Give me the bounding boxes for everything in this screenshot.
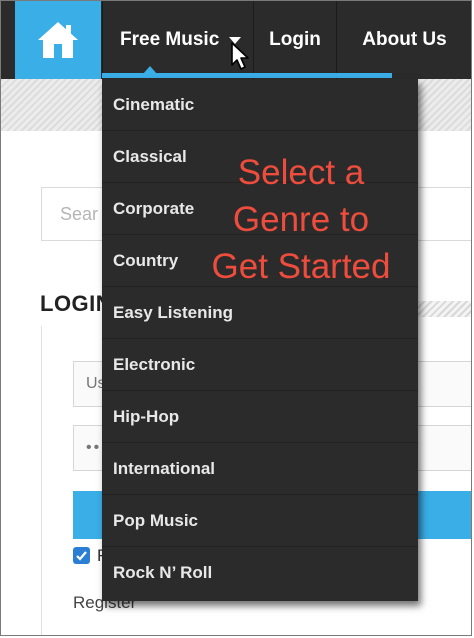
check-icon bbox=[76, 551, 87, 561]
genre-item-label: Classical bbox=[113, 146, 187, 166]
screenshot-frame: Free Music Login About Us Sear LOGIN Us … bbox=[0, 0, 472, 636]
overlay-line: Select a bbox=[237, 153, 365, 192]
genre-item-label: Country bbox=[113, 250, 179, 270]
overlay-line: Get Started bbox=[211, 247, 391, 286]
genre-item-label: Electronic bbox=[113, 354, 196, 374]
instruction-overlay-text: Select a Genre to Get Started bbox=[181, 149, 421, 290]
home-icon bbox=[38, 22, 78, 58]
genre-item-label: Easy Listening bbox=[113, 302, 233, 322]
nav-login-label: Login bbox=[269, 29, 321, 50]
search-placeholder: Sear bbox=[60, 204, 99, 224]
nav-login[interactable]: Login bbox=[253, 1, 336, 79]
mouse-pointer-icon bbox=[231, 42, 249, 70]
overlay-line: Genre to bbox=[232, 200, 370, 239]
genre-item-international[interactable]: International bbox=[102, 443, 418, 495]
genre-item-label: Pop Music bbox=[113, 510, 199, 530]
remember-me-checkbox[interactable] bbox=[73, 547, 90, 564]
genre-item-label: International bbox=[113, 458, 216, 478]
nav-about-us[interactable]: About Us bbox=[336, 1, 471, 79]
genre-item-rock-n-roll[interactable]: Rock N’ Roll bbox=[102, 547, 418, 599]
home-button[interactable] bbox=[15, 1, 101, 79]
genre-item-pop-music[interactable]: Pop Music bbox=[102, 495, 418, 547]
nav-about-us-label: About Us bbox=[362, 29, 447, 50]
genre-item-label: Cinematic bbox=[113, 94, 195, 114]
genre-item-hip-hop[interactable]: Hip-Hop bbox=[102, 391, 418, 443]
genre-item-electronic[interactable]: Electronic bbox=[102, 339, 418, 391]
genre-item-label: Hip-Hop bbox=[113, 406, 180, 426]
genre-item-easy-listening[interactable]: Easy Listening bbox=[102, 287, 418, 339]
genre-item-label: Rock N’ Roll bbox=[113, 563, 213, 582]
nav-free-music-label: Free Music bbox=[120, 29, 220, 50]
genre-item-cinematic[interactable]: Cinematic bbox=[102, 79, 418, 131]
active-menu-notch bbox=[143, 66, 157, 74]
password-value: •• bbox=[86, 439, 102, 456]
